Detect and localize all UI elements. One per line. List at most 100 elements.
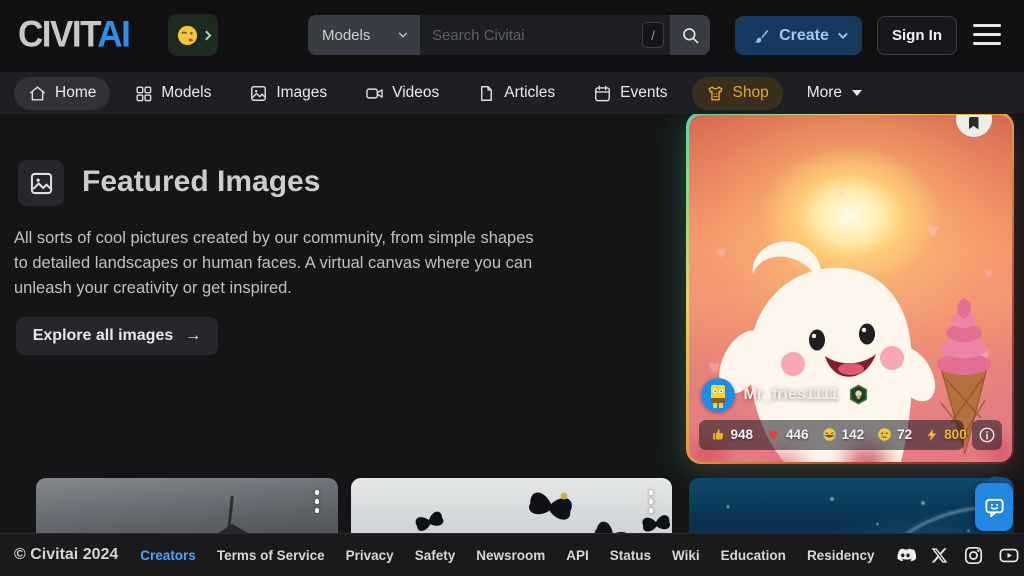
top-bar: CIVITAI Models / [0, 0, 1024, 72]
nav-item-home[interactable]: Home [14, 77, 110, 110]
chevron-right-icon [202, 30, 212, 40]
search-bar: Models / [308, 15, 710, 55]
image-creator-row[interactable]: Mr_fries1111 [701, 378, 869, 412]
reaction-laugh[interactable]: 142 [822, 427, 865, 442]
info-button[interactable] [972, 420, 1002, 450]
create-button[interactable]: Create [735, 16, 862, 55]
discord-icon[interactable] [895, 545, 916, 566]
footer: © Civitai 2024 Creators Terms of Service… [0, 533, 1024, 576]
nav-item-images[interactable]: Images [235, 77, 341, 110]
red-heart-emoji-icon [766, 427, 781, 442]
page-title: Featured Images [82, 165, 320, 199]
chevron-down-icon [396, 28, 410, 42]
nav-item-more[interactable]: More [793, 77, 876, 109]
youtube-icon[interactable] [998, 545, 1020, 566]
home-icon [28, 84, 47, 103]
social-icons [895, 545, 1024, 566]
slash-shortcut-key: / [642, 22, 664, 48]
reaction-count: 72 [897, 427, 912, 442]
username: Mr_fries1111 [744, 386, 839, 404]
reaction-heart[interactable]: 446 [766, 427, 809, 442]
nav-label: Articles [504, 84, 555, 102]
t-shirt-icon [706, 84, 725, 103]
footer-link-creators[interactable]: Creators [140, 548, 196, 563]
sign-in-label: Sign In [892, 27, 942, 44]
rank-badge-icon [848, 384, 869, 405]
ribbon-icon [969, 117, 979, 130]
grid-squares-icon [134, 84, 153, 103]
search-button[interactable] [670, 15, 710, 55]
reaction-count: 446 [786, 427, 809, 442]
chat-bubble-smiley-icon [983, 496, 1006, 519]
nav-label: Shop [733, 84, 769, 102]
civitai-homepage: CIVITAI Models / [0, 0, 1024, 576]
instagram-icon[interactable] [963, 545, 984, 566]
reaction-bar: 948 446 142 [699, 420, 964, 450]
nav-label: Videos [392, 84, 439, 102]
nav-label: Home [55, 84, 96, 102]
more-options-icon[interactable] [644, 490, 658, 517]
search-icon [681, 26, 700, 45]
search-input-container: / [420, 15, 670, 55]
footer-link-residency[interactable]: Residency [807, 548, 875, 563]
info-icon [978, 426, 996, 444]
nav-item-articles[interactable]: Articles [463, 77, 569, 110]
hamburger-menu-icon[interactable] [973, 24, 1003, 46]
featured-images-icon-box [18, 160, 64, 206]
footer-link-education[interactable]: Education [721, 548, 786, 563]
chevron-down-icon [852, 90, 862, 96]
explore-label: Explore all images [33, 327, 174, 345]
photo-icon [28, 170, 55, 197]
reaction-thumbs-up[interactable]: 948 [711, 427, 754, 442]
civitai-logo[interactable]: CIVITAI [18, 14, 129, 56]
create-button-label: Create [779, 27, 829, 45]
chevron-down-icon [838, 29, 848, 39]
avatar [701, 378, 735, 412]
nav-item-videos[interactable]: Videos [351, 77, 453, 110]
nav-label: Images [276, 84, 327, 102]
footer-link-wiki[interactable]: Wiki [672, 548, 700, 563]
kissing-face-emoji-icon [176, 24, 199, 47]
paintbrush-icon [752, 27, 770, 45]
footer-link-api[interactable]: API [566, 548, 589, 563]
copyright-text: © Civitai 2024 [14, 546, 118, 564]
footer-link-status[interactable]: Status [610, 548, 651, 563]
x-twitter-icon[interactable] [930, 546, 949, 565]
nav-item-models[interactable]: Models [120, 77, 225, 110]
logo-text-civit: CIVIT [18, 14, 97, 55]
footer-link-newsroom[interactable]: Newsroom [476, 548, 545, 563]
reaction-energy[interactable]: 800 [925, 427, 967, 442]
laughing-emoji-icon [822, 427, 837, 442]
sign-in-button[interactable]: Sign In [877, 16, 957, 55]
calendar-icon [593, 84, 612, 103]
nav-label: More [807, 84, 842, 102]
save-ribbon-button[interactable] [956, 115, 992, 137]
lightning-bolt-icon [925, 428, 939, 442]
thumbs-up-emoji-icon [711, 427, 726, 442]
search-input[interactable] [420, 15, 670, 55]
photo-icon [249, 84, 268, 103]
main-navigation: Home Models Images Videos [0, 72, 1024, 114]
search-category-select[interactable]: Models [308, 15, 420, 55]
explore-all-images-button[interactable]: Explore all images → [16, 317, 218, 355]
reaction-cry[interactable]: 72 [877, 427, 912, 442]
document-icon [477, 84, 496, 103]
reaction-count: 142 [842, 427, 865, 442]
featured-image-card[interactable]: ♥ ♥ ♥ ♥ ♥ ♥ ♥ ♥ [686, 112, 1014, 464]
nav-label: Models [161, 84, 211, 102]
arrow-right-icon: → [185, 327, 201, 345]
nav-item-shop[interactable]: Shop [692, 77, 783, 110]
nav-item-events[interactable]: Events [579, 77, 681, 110]
footer-link-terms[interactable]: Terms of Service [217, 548, 325, 563]
crying-emoji-icon [877, 427, 892, 442]
promo-emoji-badge[interactable] [168, 14, 218, 56]
chat-button[interactable] [975, 483, 1013, 531]
reaction-count: 948 [731, 427, 754, 442]
footer-link-privacy[interactable]: Privacy [346, 548, 394, 563]
more-options-icon[interactable] [310, 490, 324, 517]
page-description: All sorts of cool pictures created by ou… [14, 226, 544, 300]
reaction-count: 800 [944, 427, 967, 442]
footer-link-safety[interactable]: Safety [415, 548, 456, 563]
search-category-value: Models [322, 27, 370, 44]
video-camera-icon [365, 84, 384, 103]
